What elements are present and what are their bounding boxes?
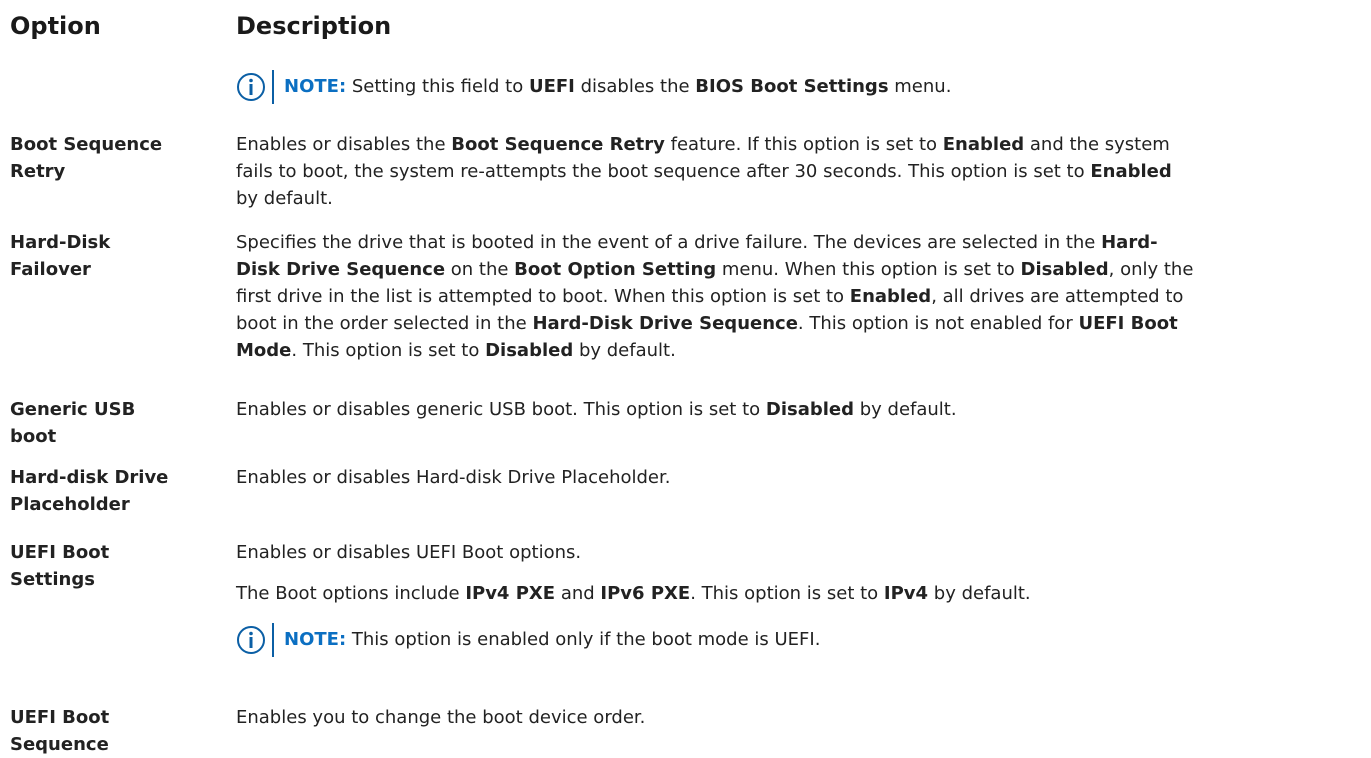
description-line: by default. bbox=[236, 188, 333, 209]
option-name-line: Failover bbox=[10, 259, 91, 280]
note-label: NOTE: bbox=[284, 629, 347, 650]
description-line: Mode. This option is set to Disabled by … bbox=[236, 340, 676, 361]
note-text: disables the bbox=[574, 76, 696, 97]
option-name-line: Sequence bbox=[10, 734, 109, 755]
option-description: Enables or disables the Boot Sequence Re… bbox=[236, 131, 1364, 212]
note-divider bbox=[272, 70, 274, 104]
option-name: Hard-disk Drive Placeholder bbox=[10, 464, 210, 518]
option-name-line: Settings bbox=[10, 569, 95, 590]
top-note-text: NOTE: Setting this field to UEFI disable… bbox=[284, 72, 951, 102]
option-name-line: Boot Sequence bbox=[10, 134, 163, 155]
note-callout: NOTE: This option is enabled only if the… bbox=[236, 623, 1364, 657]
option-description: Enables or disables UEFI Boot options. T… bbox=[236, 539, 1364, 657]
option-name-line: Generic USB bbox=[10, 399, 136, 420]
option-name: UEFI Boot Sequence bbox=[10, 704, 210, 758]
option-column-header: Option bbox=[10, 12, 101, 40]
note-text: NOTE: This option is enabled only if the… bbox=[284, 625, 820, 655]
note-divider bbox=[272, 623, 274, 657]
option-name-line: UEFI Boot bbox=[10, 707, 110, 728]
description-line: The Boot options include IPv4 PXE and IP… bbox=[236, 583, 1031, 604]
description-line: Enables or disables the Boot Sequence Re… bbox=[236, 134, 1170, 155]
note-term: UEFI bbox=[528, 76, 575, 97]
options-table: Option Description NOTE: Setting this fi… bbox=[0, 0, 1371, 755]
note-text: Setting this field to bbox=[351, 76, 529, 97]
option-name-line: Hard-Disk bbox=[10, 232, 111, 253]
description-line: Enables you to change the boot device or… bbox=[236, 707, 646, 728]
option-name: UEFI Boot Settings bbox=[10, 539, 210, 593]
option-name-line: Hard-disk Drive bbox=[10, 467, 169, 488]
description-line: boot in the order selected in the Hard-D… bbox=[236, 313, 1178, 334]
option-description: Enables or disables Hard-disk Drive Plac… bbox=[236, 464, 1364, 491]
option-description: Enables or disables generic USB boot. Th… bbox=[236, 396, 1364, 423]
option-name: Hard-Disk Failover bbox=[10, 229, 210, 283]
option-name: Boot Sequence Retry bbox=[10, 131, 210, 185]
option-name-line: Placeholder bbox=[10, 494, 130, 515]
option-name-line: UEFI Boot bbox=[10, 542, 110, 563]
description-line: first drive in the list is attempted to … bbox=[236, 286, 1184, 307]
top-note: NOTE: Setting this field to UEFI disable… bbox=[236, 70, 1364, 104]
note-text: menu. bbox=[888, 76, 952, 97]
note-callout: NOTE: Setting this field to UEFI disable… bbox=[236, 70, 1364, 104]
option-name-line: boot bbox=[10, 426, 57, 447]
description-column-header: Description bbox=[236, 12, 392, 40]
note-label: NOTE: bbox=[284, 76, 347, 97]
description-line: Specifies the drive that is booted in th… bbox=[236, 232, 1158, 253]
option-description: Specifies the drive that is booted in th… bbox=[236, 229, 1364, 364]
info-icon bbox=[237, 73, 265, 101]
option-name-line: Retry bbox=[10, 161, 66, 182]
description-line: Enables or disables generic USB boot. Th… bbox=[236, 399, 957, 420]
description-line: Enables or disables Hard-disk Drive Plac… bbox=[236, 467, 671, 488]
option-name: Generic USB boot bbox=[10, 396, 210, 450]
description-line: Enables or disables UEFI Boot options. bbox=[236, 542, 582, 563]
info-icon bbox=[237, 626, 265, 654]
note-body: This option is enabled only if the boot … bbox=[351, 629, 821, 650]
option-description: Enables you to change the boot device or… bbox=[236, 704, 1364, 731]
description-line: fails to boot, the system re-attempts th… bbox=[236, 161, 1172, 182]
description-line: Disk Drive Sequence on the Boot Option S… bbox=[236, 259, 1194, 280]
note-term: BIOS Boot Settings bbox=[695, 76, 889, 97]
